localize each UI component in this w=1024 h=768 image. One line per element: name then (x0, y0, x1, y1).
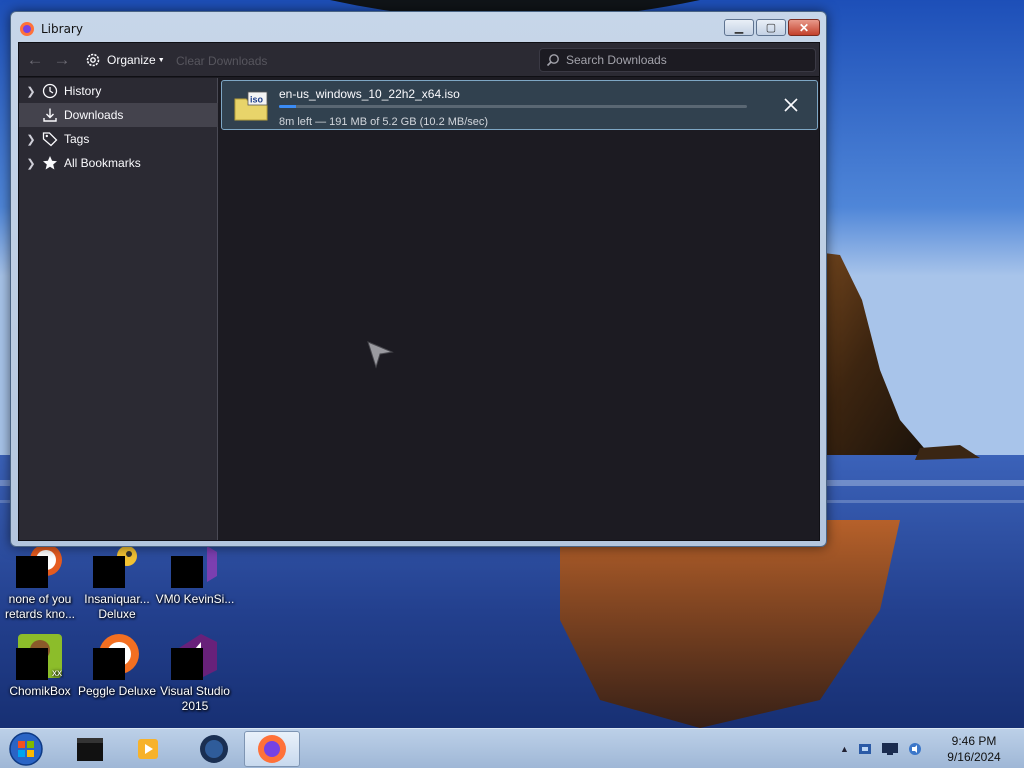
desktop-icon-label: ChomikBox (9, 684, 71, 698)
desktop-icon-insaniquarium[interactable]: Insaniquar... Deluxe (77, 540, 157, 622)
library-window: Library ▁ ▢ ✕ ← → Organize ▼ Clear Downl… (10, 11, 827, 547)
library-sidebar: ❯ History Downloads ❯ Tags ❯ All Bookmar… (19, 78, 218, 540)
desktop-icon-label: VM0 KevinSi... (155, 592, 235, 606)
chevron-right-icon[interactable]: ❯ (25, 85, 37, 98)
minimize-icon: ▁ (734, 22, 744, 34)
download-progress-bar (279, 105, 747, 108)
toolbar: ← → Organize ▼ Clear Downloads Search Do… (19, 43, 819, 77)
taskbar-app-media-player[interactable] (120, 731, 176, 767)
maximize-button[interactable]: ▢ (756, 19, 786, 36)
minimize-button[interactable]: ▁ (724, 19, 754, 36)
media-player-icon (138, 739, 158, 759)
caption-buttons: ▁ ▢ ✕ (724, 19, 820, 36)
desktop-icon-ruffle[interactable]: none of you retards kno... (0, 540, 80, 622)
download-filename: en-us_windows_10_22h2_x64.iso (279, 87, 460, 101)
tag-icon (42, 131, 58, 147)
chevron-right-icon[interactable]: ❯ (25, 157, 37, 170)
display-icon[interactable] (881, 741, 899, 757)
download-progress-fill (279, 105, 296, 108)
gear-icon (86, 53, 100, 67)
forward-arrow-icon[interactable]: → (52, 50, 72, 70)
library-content: ← → Organize ▼ Clear Downloads Search Do… (18, 42, 820, 541)
clock-icon (42, 83, 58, 99)
close-icon: ✕ (798, 20, 810, 35)
sidebar-item-label: All Bookmarks (64, 156, 141, 170)
sidebar-item-history[interactable]: ❯ History (19, 79, 218, 103)
desktop-icon-visual-studio[interactable]: Visual Studio 2015 (155, 632, 235, 714)
volume-icon[interactable] (907, 741, 923, 757)
close-button[interactable]: ✕ (788, 19, 820, 36)
downloads-list: iso en-us_windows_10_22h2_x64.iso 8m lef… (219, 78, 819, 540)
search-downloads-input[interactable]: Search Downloads (539, 48, 816, 72)
taskbar-app-globe[interactable] (186, 731, 242, 767)
windows-start-icon[interactable] (6, 731, 46, 767)
sidebar-item-tags[interactable]: ❯ Tags (19, 127, 218, 151)
sidebar-item-all-bookmarks[interactable]: ❯ All Bookmarks (19, 151, 218, 175)
svg-text:xx: xx (52, 668, 62, 679)
sidebar-item-label: Tags (64, 132, 90, 146)
sidebar-item-label: History (64, 84, 102, 98)
back-arrow-icon[interactable]: ← (25, 50, 45, 70)
taskbar: ▲ 9:46 PM 9/16/2024 (0, 728, 1024, 768)
clock-date: 9/16/2024 (947, 750, 1001, 764)
cancel-download-button[interactable] (781, 95, 801, 115)
search-icon (546, 54, 559, 67)
firefox-icon (20, 22, 34, 36)
taskbar-clock[interactable]: 9:46 PM 9/16/2024 (932, 733, 1016, 765)
download-icon (42, 107, 58, 123)
maximize-icon: ▢ (765, 22, 777, 34)
desktop-icon-label: none of you retards kno... (4, 592, 76, 621)
desktop-icon-vm0[interactable]: VM0 KevinSi... (155, 540, 235, 607)
mouse-cursor (367, 341, 394, 369)
show-hidden-icons-chevron[interactable]: ▲ (840, 744, 849, 754)
desktop-icon-label: Peggle Deluxe (77, 684, 157, 698)
sidebar-item-label: Downloads (64, 108, 124, 122)
star-icon (42, 155, 58, 171)
network-icon[interactable] (857, 741, 873, 757)
iso-file-icon: iso (234, 91, 268, 121)
taskbar-app-cmd[interactable] (62, 731, 118, 767)
globe-icon (200, 735, 228, 763)
desktop-icon-chomikbox[interactable]: xx ChomikBox (0, 632, 80, 699)
taskbar-app-firefox[interactable] (244, 731, 300, 767)
svg-text:iso: iso (250, 95, 264, 105)
download-status: 8m left — 191 MB of 5.2 GB (10.2 MB/sec) (279, 116, 489, 128)
organize-button[interactable]: Organize ▼ (85, 51, 165, 69)
window-title: Library (41, 22, 83, 36)
firefox-icon (258, 735, 286, 763)
chevron-down-icon: ▼ (157, 56, 165, 64)
sidebar-item-downloads[interactable]: Downloads (19, 103, 218, 127)
download-item[interactable]: iso en-us_windows_10_22h2_x64.iso 8m lef… (221, 80, 818, 130)
desktop-icon-label: Insaniquar... Deluxe (84, 592, 150, 621)
clock-time: 9:46 PM (951, 734, 997, 748)
cmd-icon (77, 738, 103, 761)
chevron-right-icon[interactable]: ❯ (25, 133, 37, 146)
system-tray: ▲ (840, 729, 923, 768)
search-placeholder: Search Downloads (566, 53, 667, 67)
desktop-icon-peggle[interactable]: Peggle Deluxe (77, 632, 157, 699)
organize-label: Organize (107, 53, 156, 67)
desktop-icon-label: Visual Studio 2015 (160, 684, 230, 713)
title-bar[interactable]: Library ▁ ▢ ✕ (11, 12, 826, 42)
clear-downloads-button[interactable]: Clear Downloads (176, 54, 267, 68)
